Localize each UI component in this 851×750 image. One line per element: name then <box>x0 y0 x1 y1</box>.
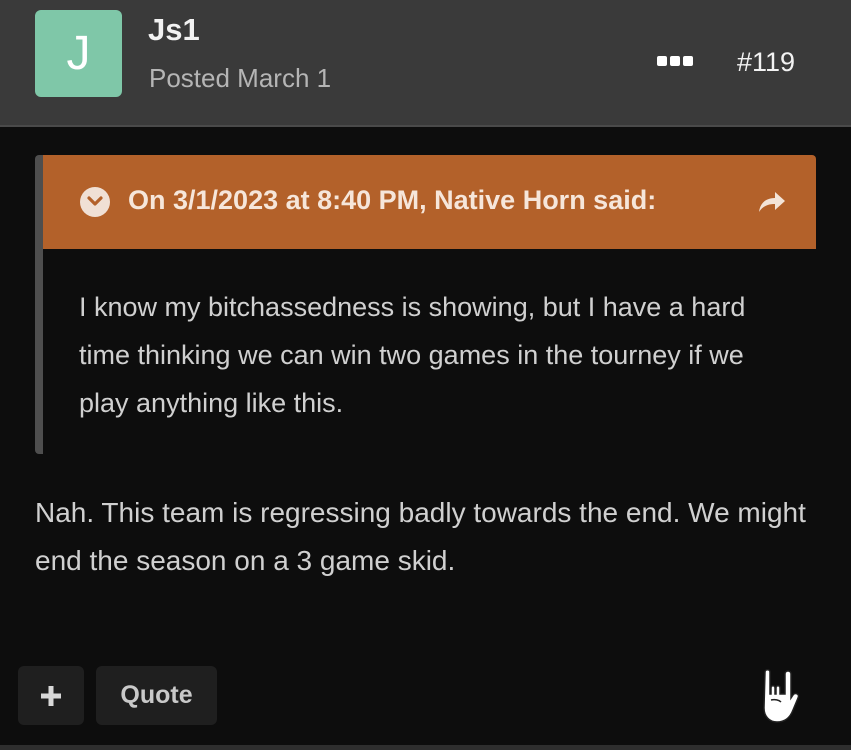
quote-body: I know my bitchassedness is showing, but… <box>79 292 746 418</box>
author-name[interactable]: Js1 <box>148 12 200 48</box>
plus-icon <box>41 685 61 706</box>
share-icon[interactable] <box>755 187 789 217</box>
post-header: J Js1 Posted March 1 #119 <box>0 0 851 127</box>
quote-left-bar <box>35 155 43 454</box>
chevron-down-icon[interactable] <box>80 187 110 217</box>
quote-citation: On 3/1/2023 at 8:40 PM, Native Horn said… <box>128 185 657 215</box>
post-body: Nah. This team is regressing badly towar… <box>35 497 806 576</box>
divider <box>0 745 851 750</box>
add-reaction-button[interactable] <box>18 666 84 725</box>
more-icon[interactable] <box>657 56 697 68</box>
post-number-link[interactable]: #119 <box>737 47 795 78</box>
post-date: Posted March 1 <box>149 63 332 93</box>
rock-hand-icon[interactable] <box>757 666 807 730</box>
quote-header[interactable]: On 3/1/2023 at 8:40 PM, Native Horn said… <box>43 155 816 249</box>
avatar[interactable]: J <box>35 10 122 97</box>
quote-block: On 3/1/2023 at 8:40 PM, Native Horn said… <box>35 155 816 454</box>
quote-button[interactable]: Quote <box>96 666 217 725</box>
